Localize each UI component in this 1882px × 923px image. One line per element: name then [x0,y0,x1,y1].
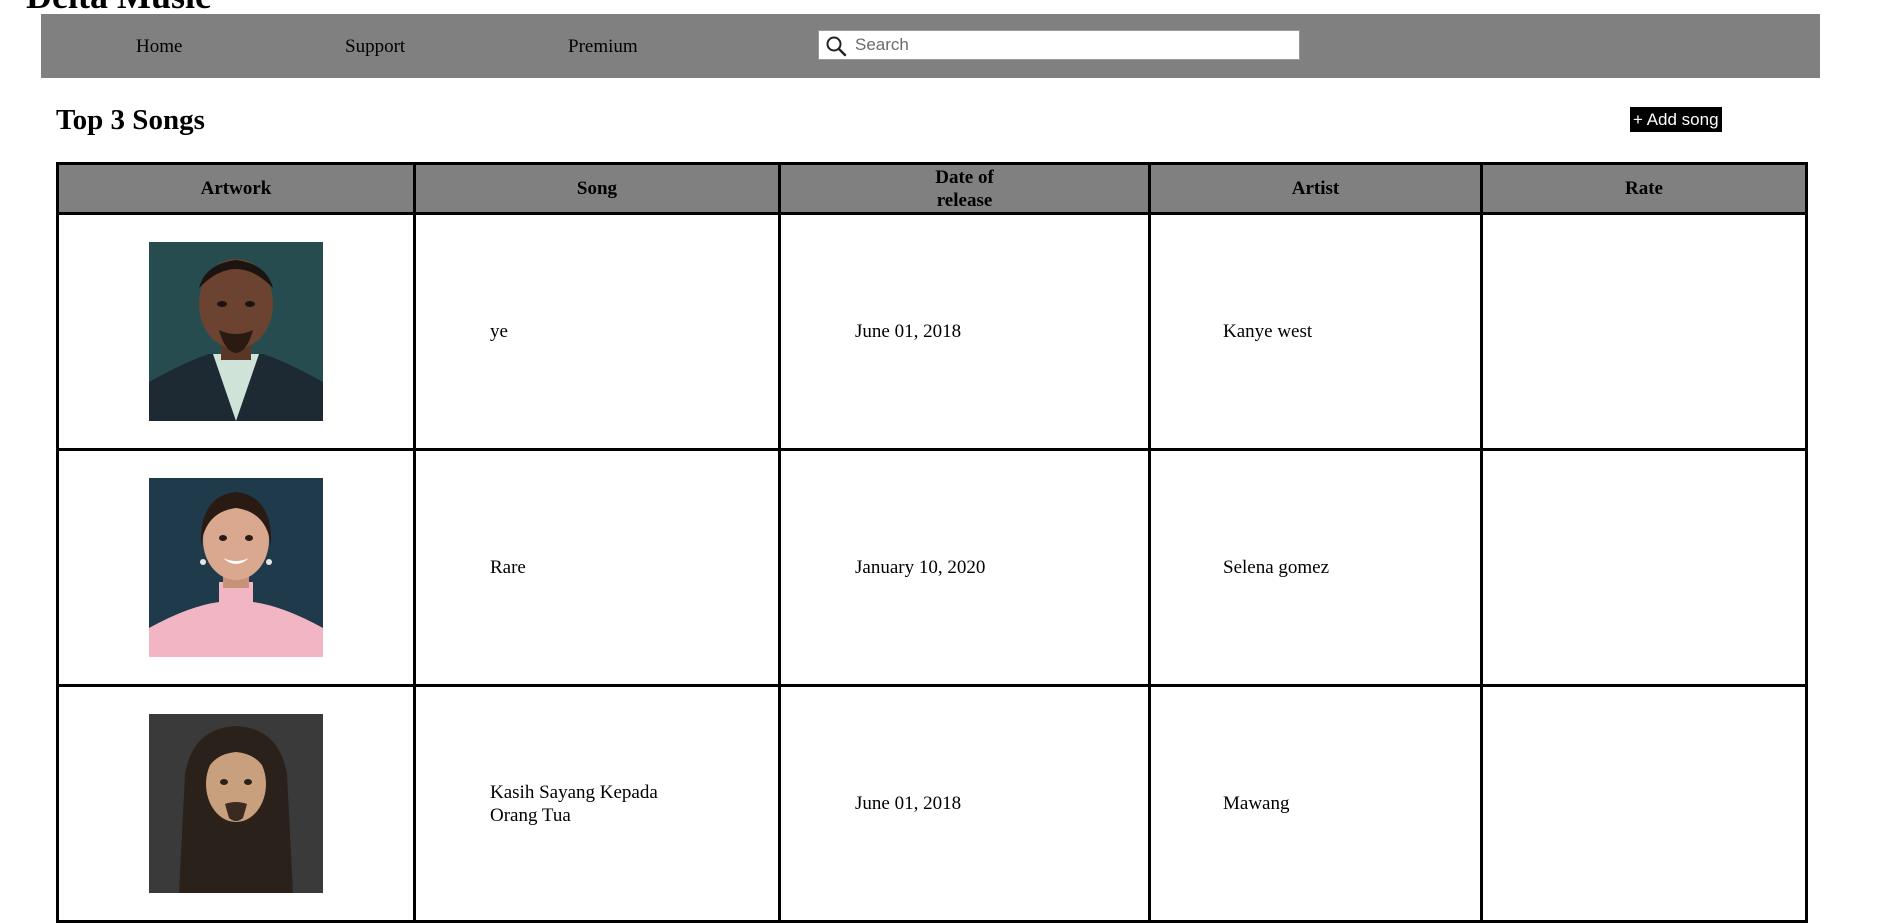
column-header-artist: Artist [1148,162,1483,215]
table-row: ye June 01, 2018 Kanye west [56,212,1808,451]
column-header-song: Song [413,162,781,215]
column-header-date-of-release: Date of release [778,162,1151,215]
table-row: Kasih Sayang Kepada Orang Tua June 01, 2… [56,684,1808,923]
release-date-cell: June 01, 2018 [778,684,1151,923]
song-title: Rare [490,557,526,578]
release-date-cell: January 10, 2020 [778,448,1151,687]
release-date-cell: June 01, 2018 [778,212,1151,451]
page-scrollbar[interactable] [1865,0,1882,857]
column-header-rate: Rate [1480,162,1808,215]
table-row: Rare January 10, 2020 Selena gomez [56,448,1808,687]
nav-link-premium[interactable]: Premium [568,36,638,58]
search-input[interactable] [855,33,1293,57]
artist-cell: Mawang [1148,684,1483,923]
table-header-row: Artwork Song Date of release Artist Rate [56,162,1808,215]
artwork-cell [56,684,416,923]
nav-link-home[interactable]: Home [136,36,182,58]
song-title-cell: ye [413,212,781,451]
rate-cell[interactable] [1480,448,1808,687]
songs-table: Artwork Song Date of release Artist Rate [56,162,1808,923]
song-title-cell: Kasih Sayang Kepada Orang Tua [413,684,781,923]
artwork-image-mawang[interactable] [149,714,323,893]
artwork-cell [56,448,416,687]
artwork-image-kanye-west[interactable] [149,242,323,421]
page-heading: Top 3 Songs [56,104,205,136]
nav-link-support[interactable]: Support [345,36,405,58]
artwork-image-selena-gomez[interactable] [149,478,323,657]
top-navigation-bar: Home Support Premium [41,14,1820,78]
site-title: Delta Music [26,0,211,14]
column-header-artwork: Artwork [56,162,416,215]
rate-cell[interactable] [1480,684,1808,923]
rate-cell[interactable] [1480,212,1808,451]
artwork-cell [56,212,416,451]
artist-cell: Kanye west [1148,212,1483,451]
search-box [818,30,1300,60]
add-song-button[interactable]: + Add song [1630,107,1722,132]
column-header-date-label: Date of release [935,166,994,211]
artist-cell: Selena gomez [1148,448,1483,687]
song-title: Kasih Sayang Kepada Orang Tua [490,781,658,826]
song-title: ye [490,321,508,342]
song-title-cell: Rare [413,448,781,687]
search-icon [825,35,847,57]
